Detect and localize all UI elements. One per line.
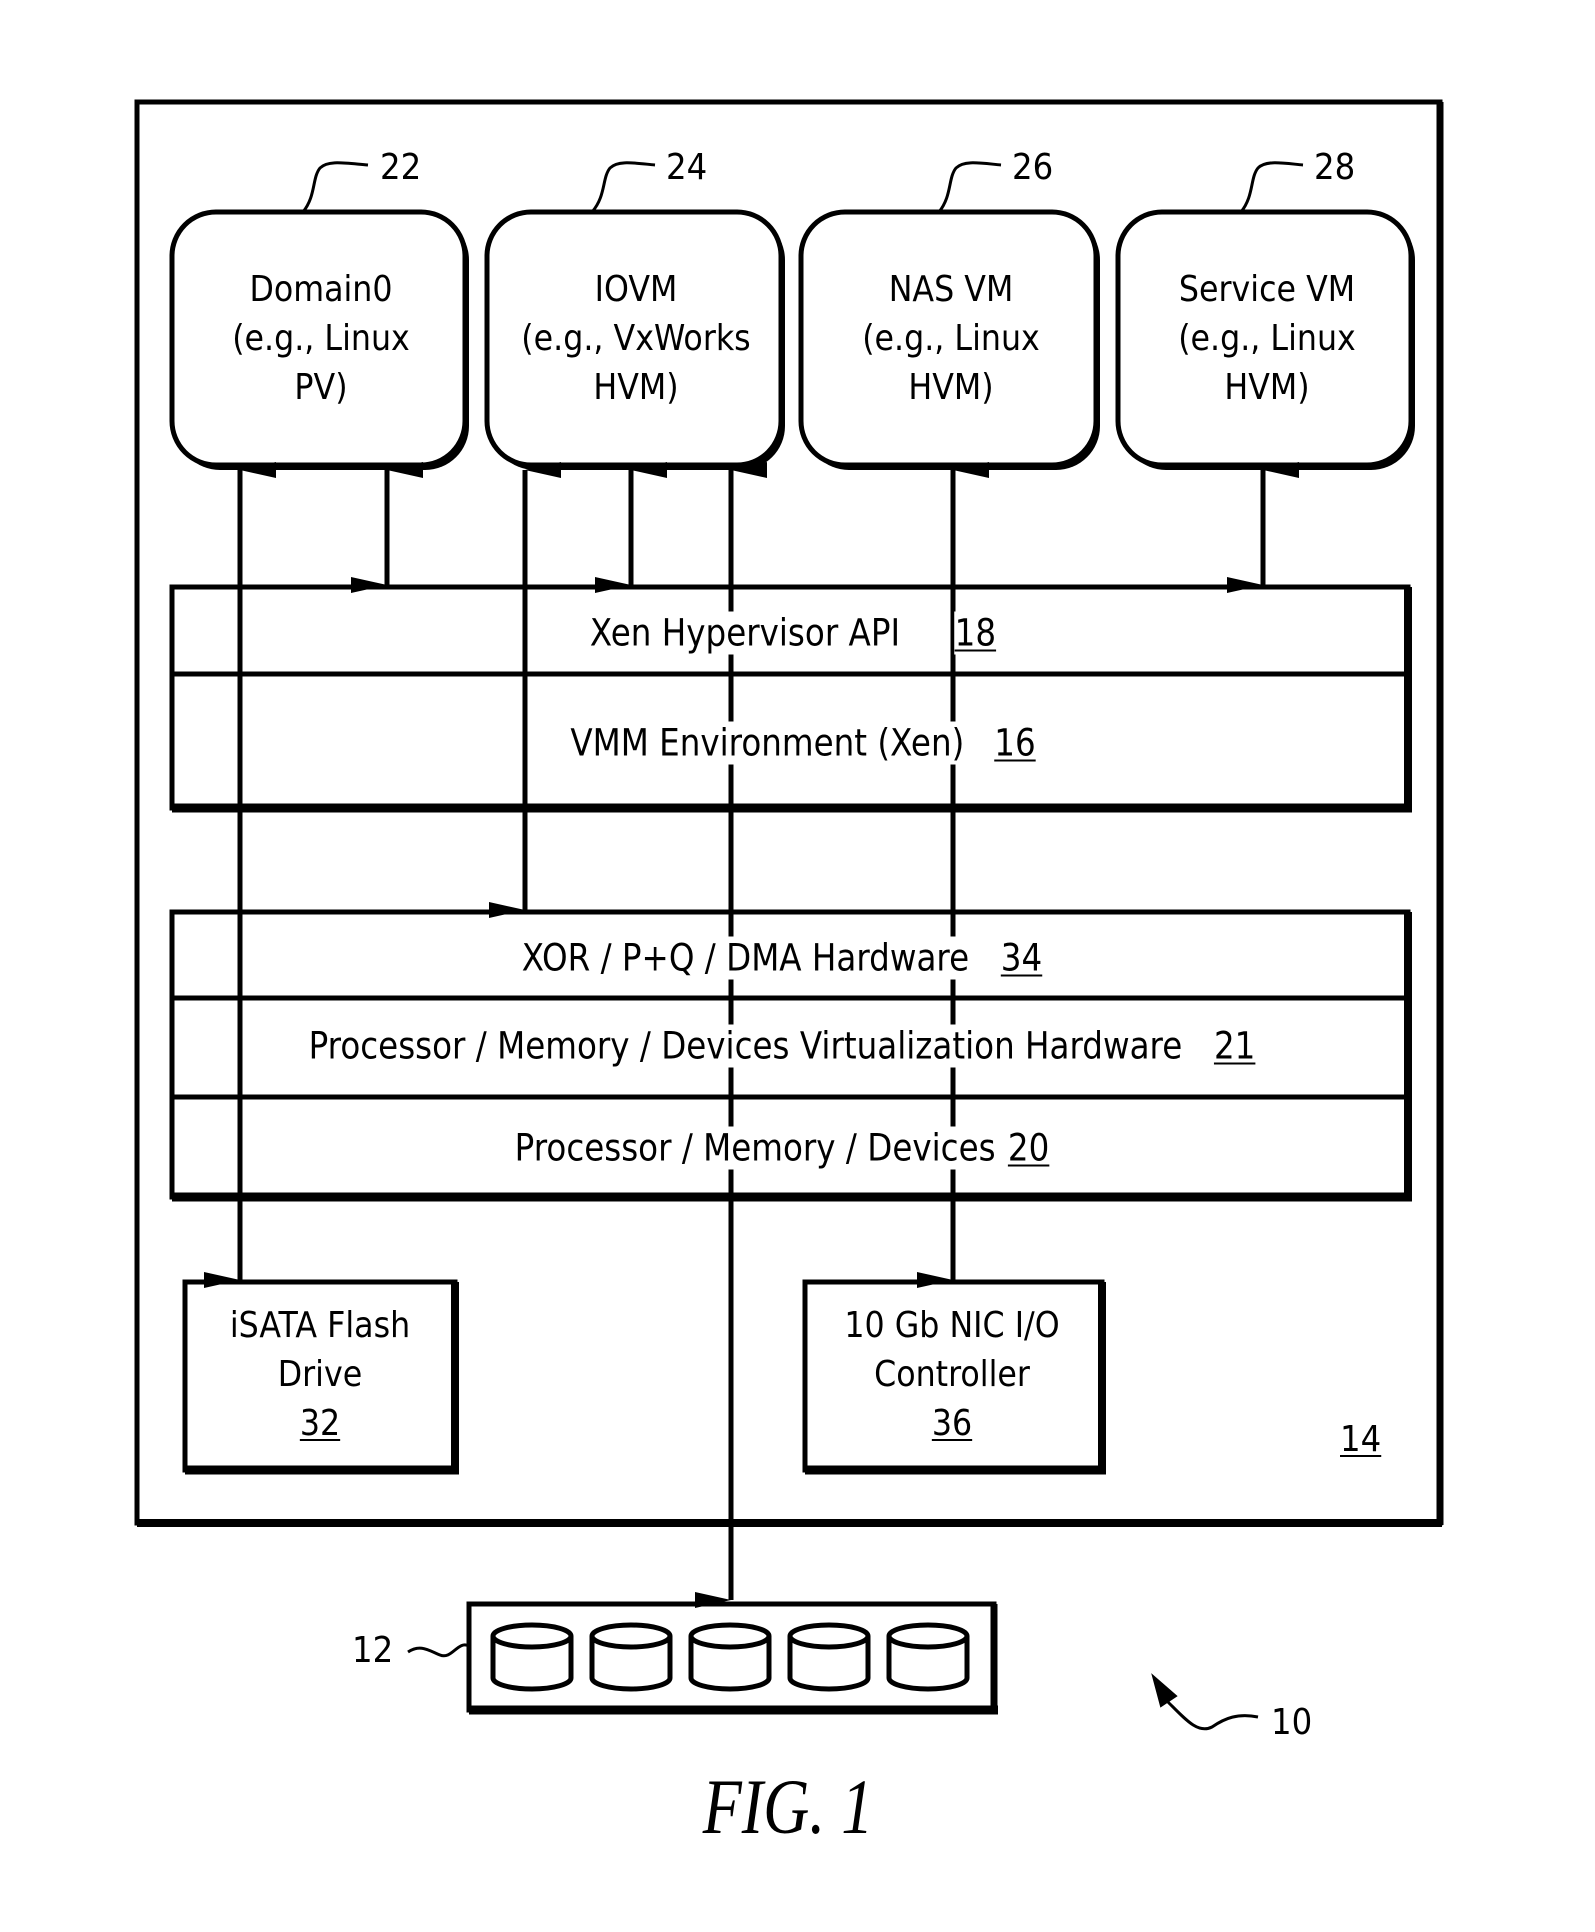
vm-label-line: HVM) bbox=[907, 367, 994, 408]
vm-label-line: Domain0 bbox=[248, 269, 393, 310]
ref-18: 18 bbox=[954, 611, 997, 655]
disk-icon bbox=[490, 1622, 574, 1692]
figure-caption: FIG. 1 bbox=[702, 1763, 874, 1850]
vm-label-line: (e.g., Linux bbox=[1177, 318, 1356, 359]
vm-label-26: NAS VM (e.g., Linux HVM) bbox=[862, 265, 1040, 412]
ref-36: 36 bbox=[931, 1403, 973, 1444]
leader-12 bbox=[407, 1643, 470, 1658]
leader-10 bbox=[1166, 1700, 1259, 1731]
pointer-10-head bbox=[1151, 1673, 1178, 1708]
ref-32: 32 bbox=[299, 1403, 341, 1444]
disk-icon bbox=[589, 1622, 673, 1692]
processor-memory-devices-label: Processor / Memory / Devices 20 bbox=[514, 1126, 1050, 1170]
ref-26: 26 bbox=[1012, 147, 1054, 188]
ref-16: 16 bbox=[994, 721, 1036, 765]
vm-label-28: Service VM (e.g., Linux HVM) bbox=[1178, 265, 1356, 412]
disk-icon bbox=[688, 1622, 772, 1692]
vm-label-line: (e.g., Linux bbox=[231, 318, 410, 359]
leader-26 bbox=[937, 161, 1002, 213]
leader-28 bbox=[1239, 161, 1304, 213]
ref-34: 34 bbox=[1000, 936, 1043, 980]
leader-24 bbox=[590, 161, 656, 213]
ref-12: 12 bbox=[352, 1630, 394, 1671]
vm-label-line: HVM) bbox=[593, 367, 679, 408]
leader-22 bbox=[301, 161, 369, 213]
virtualization-hardware-label: Processor / Memory / Devices Virtualizat… bbox=[308, 1024, 1256, 1068]
storage-array bbox=[466, 1601, 998, 1715]
vm-label-22: Domain0 (e.g., Linux PV) bbox=[232, 265, 410, 412]
vm-label-line: Service VM bbox=[1178, 269, 1355, 310]
vmm-environment-label: VMM Environment (Xen) 16 bbox=[570, 721, 1036, 765]
vm-label-line: PV) bbox=[293, 367, 348, 408]
nic-controller-label: 10 Gb NIC I/O Controller 36 bbox=[844, 1301, 1059, 1448]
disk-icon bbox=[886, 1622, 970, 1692]
ref-24: 24 bbox=[666, 147, 708, 188]
vm-label-line: IOVM bbox=[594, 269, 678, 310]
xor-hardware-label: XOR / P+Q / DMA Hardware 34 bbox=[521, 936, 1043, 980]
vm-label-line: NAS VM bbox=[888, 269, 1013, 310]
ref-21: 21 bbox=[1213, 1024, 1256, 1068]
vm-label-line: (e.g., VxWorks bbox=[521, 318, 751, 359]
ref-28: 28 bbox=[1314, 147, 1356, 188]
disk-icon bbox=[787, 1622, 871, 1692]
ref-10: 10 bbox=[1271, 1702, 1313, 1743]
vm-label-24: IOVM (e.g., VxWorks HVM) bbox=[521, 265, 750, 412]
ref-20: 20 bbox=[1007, 1126, 1050, 1170]
flash-drive-label: iSATA Flash Drive 32 bbox=[230, 1301, 410, 1448]
hypervisor-api-label: Xen Hypervisor API 18 bbox=[589, 611, 997, 655]
vm-label-line: HVM) bbox=[1223, 367, 1310, 408]
ref-22: 22 bbox=[380, 147, 422, 188]
ref-14: 14 bbox=[1340, 1419, 1382, 1460]
vm-label-line: (e.g., Linux bbox=[861, 318, 1040, 359]
